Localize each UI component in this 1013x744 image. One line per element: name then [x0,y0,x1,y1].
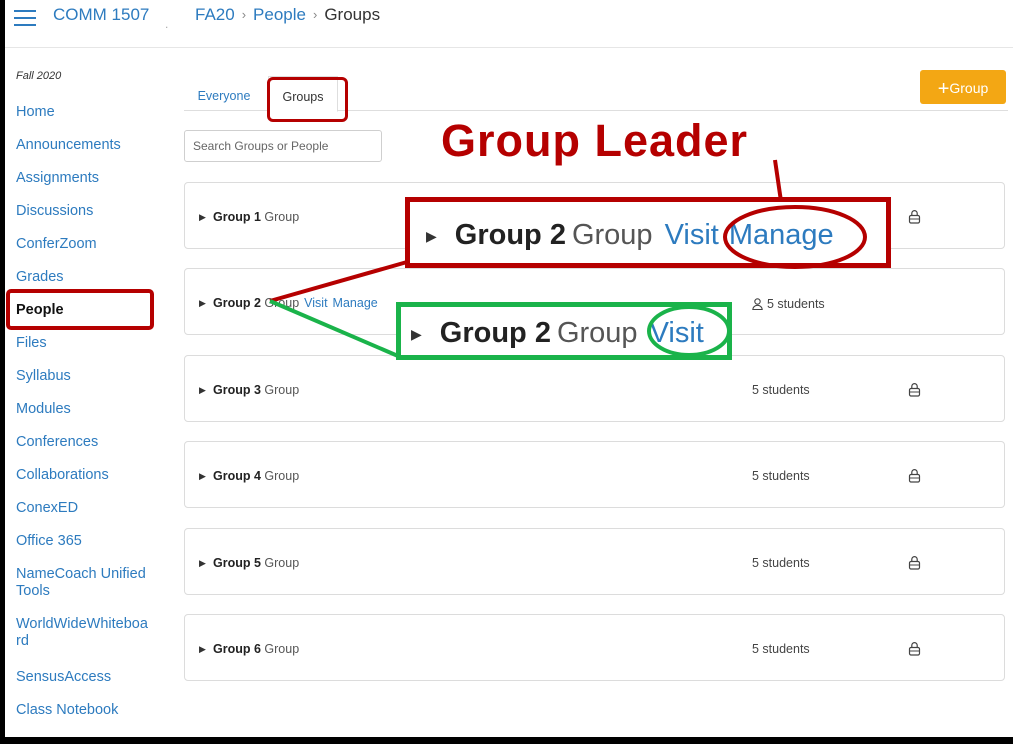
expand-triangle-icon[interactable]: ▶ [199,644,206,655]
sidebar-item-worldwidewhiteboard[interactable]: WorldWideWhiteboard [16,616,151,650]
sidebar-item-class-notebook[interactable]: Class Notebook [16,702,118,719]
sidebar-item-conferences[interactable]: Conferences [16,434,98,451]
group-name[interactable]: Group 4 Group [213,469,299,483]
sidebar-item-conferzoom[interactable]: ConferZoom [16,236,97,253]
search-input[interactable] [184,130,382,162]
manage-link[interactable]: Manage [333,296,378,310]
group-name[interactable]: Group 2 Group Visit Manage [213,296,378,310]
group-name-text: Group 5 [213,556,261,570]
expand-triangle-icon[interactable]: ▶ [199,298,206,309]
group-type-label: Group [264,210,300,224]
sidebar-item-office-365[interactable]: Office 365 [16,533,82,550]
zoom-group-type: Group [571,219,653,251]
group-type-label: Group [264,642,300,656]
sidebar-item-assignments[interactable]: Assignments [16,170,99,187]
expand-triangle-icon[interactable]: ▶ [199,558,206,569]
sidebar-item-home[interactable]: Home [16,104,55,121]
sidebar-item-modules[interactable]: Modules [16,401,71,418]
group-name-text: Group 3 [213,383,261,397]
breadcrumb-groups: Groups [324,5,381,24]
zoom-visit-link: Visit [649,317,704,349]
zoom-group-name: Group 2 [454,219,566,251]
sidebar-item-grades[interactable]: Grades [16,269,64,286]
lock-icon [908,209,921,229]
people-nav-highlight [6,289,154,330]
lock-icon [908,382,921,402]
group-row[interactable]: ▶ Group 4 Group 5 students [184,441,1005,508]
group-row[interactable]: ▶ Group 5 Group 5 students [184,528,1005,595]
separator-dot: . [165,17,169,31]
sidebar-item-conexed[interactable]: ConexED [16,500,78,517]
leader-view-callout: ▶ Group 2 Group Visit Manage [405,197,891,268]
groups-tab-highlight [267,77,348,122]
plus-icon: + [937,78,950,100]
sidebar-item-announcements[interactable]: Announcements [16,137,121,154]
sidebar-item-files[interactable]: Files [16,335,47,352]
member-count: 5 students [752,642,810,656]
member-count: 5 students [752,296,825,311]
leader-zoom-row: ▶ Group 2 Group Visit Manage [426,219,834,252]
expand-triangle-icon[interactable]: ▶ [199,385,206,396]
group-row[interactable]: ▶ Group 3 Group 5 students [184,355,1005,422]
sidebar-item-discussions[interactable]: Discussions [16,203,93,220]
group-name-text: Group 4 [213,469,261,483]
sidebar-item-syllabus[interactable]: Syllabus [16,368,71,385]
sidebar-item-namecoach[interactable]: NameCoach Unified Tools [16,566,151,600]
sidebar-item-sensusaccess[interactable]: SensusAccess [16,669,111,686]
add-group-button[interactable]: +Group [920,70,1006,104]
expand-triangle-icon[interactable]: ▶ [199,212,206,223]
group-name-text: Group 6 [213,642,261,656]
add-group-label: Group [949,80,989,96]
term-label: Fall 2020 [16,70,62,82]
lock-icon [908,641,921,661]
tab-everyone[interactable]: Everyone [184,76,264,110]
expand-triangle-icon[interactable]: ▶ [199,471,206,482]
canvas-window: COMM 1507 . FA20 › People › Groups Fall 2020… [5,0,1013,737]
top-navigation-bar: COMM 1507 . FA20 › People › Groups [5,0,1013,48]
group-name[interactable]: Group 3 Group [213,383,299,397]
lock-icon [908,555,921,575]
group-type-label: Group [264,556,300,570]
group-type-label: Group [264,383,300,397]
breadcrumb-chevron-icon: › [241,7,247,22]
member-count-text: 5 students [767,297,825,311]
zoom-group-name: Group 2 [439,317,551,349]
group-type-label: Group [264,296,300,310]
annotation-title: Group Leader [441,115,749,166]
course-code-link[interactable]: COMM 1507 [53,5,149,25]
hamburger-menu-icon[interactable] [14,10,36,26]
breadcrumb-people[interactable]: People [253,5,306,24]
expand-triangle-icon: ▶ [426,228,437,244]
member-zoom-row: ▶ Group 2 Group Visit [411,317,704,350]
person-icon [752,298,763,311]
visit-link[interactable]: Visit [304,296,327,310]
member-view-callout: ▶ Group 2 Group Visit [396,302,732,360]
breadcrumb-chevron-icon: › [312,7,318,22]
group-name[interactable]: Group 5 Group [213,556,299,570]
zoom-manage-link: Manage [728,219,834,251]
sidebar-item-collaborations[interactable]: Collaborations [16,467,109,484]
group-row[interactable]: ▶ Group 6 Group 5 students [184,614,1005,681]
member-count: 5 students [752,383,810,397]
breadcrumb: FA20 › People › Groups [195,5,380,25]
group-name[interactable]: Group 6 Group [213,642,299,656]
group-name-text: Group 2 [213,296,261,310]
zoom-visit-link: Visit [664,219,719,251]
member-count: 5 students [752,556,810,570]
group-type-label: Group [264,469,300,483]
lock-icon [908,468,921,488]
member-count: 5 students [752,469,810,483]
group-name-text: Group 1 [213,210,261,224]
expand-triangle-icon: ▶ [411,326,422,342]
group-name[interactable]: Group 1 Group [213,210,299,224]
zoom-group-type: Group [556,317,638,349]
breadcrumb-term[interactable]: FA20 [195,5,235,24]
